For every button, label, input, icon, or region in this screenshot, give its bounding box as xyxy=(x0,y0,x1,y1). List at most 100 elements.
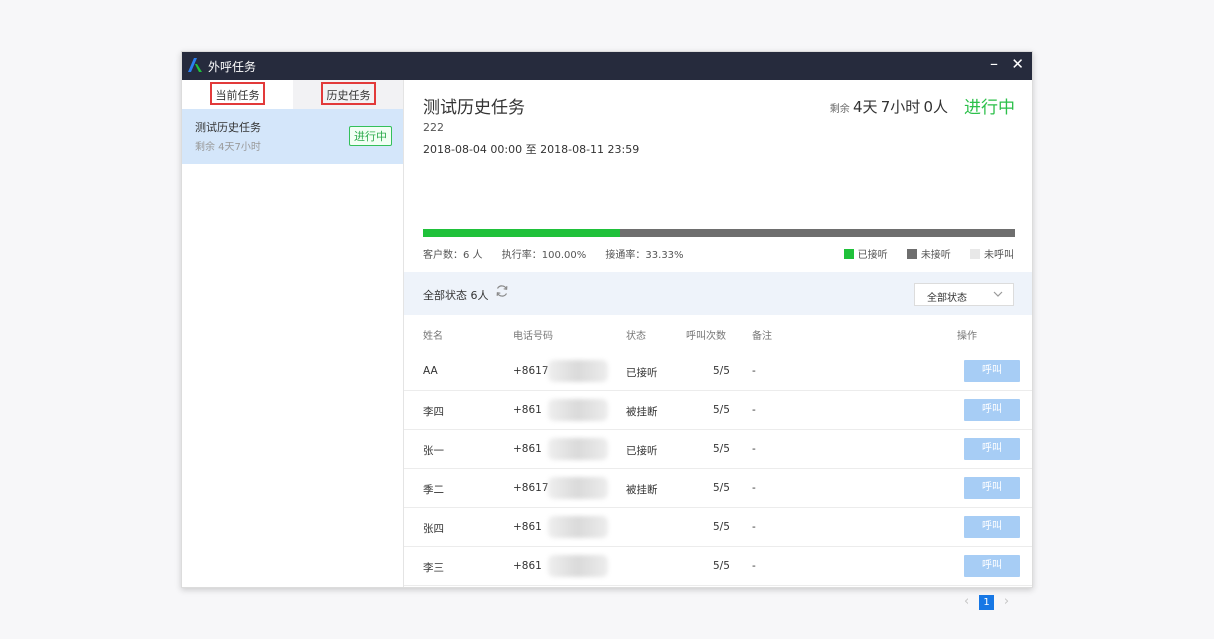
logo-icon xyxy=(188,58,202,72)
task-item-remaining: 剩余 4天7小时 xyxy=(195,142,261,153)
legend-label: 已接听 xyxy=(857,250,888,261)
progress-fill-answered xyxy=(423,229,621,237)
col-action: 操作 xyxy=(957,331,977,342)
phone-redaction xyxy=(548,477,608,499)
legend-unanswered: 未接听 xyxy=(906,246,951,261)
col-calls: 呼叫次数 xyxy=(686,331,726,342)
call-button[interactable]: 呼叫 xyxy=(964,516,1020,538)
col-status: 状态 xyxy=(626,331,646,342)
tab-history-tasks[interactable]: 历史任务 xyxy=(321,82,376,105)
cell-status: 被挂断 xyxy=(626,406,658,418)
cell-phone: +861 xyxy=(513,443,542,455)
legend-not-called: 未呼叫 xyxy=(970,246,1014,261)
task-detail: 测试历史任务 222 2018-08-04 00:00 至 2018-08-11… xyxy=(404,80,1032,610)
sidebar: 当前任务 历史任务 测试历史任务 剩余 4天7小时 进行中 xyxy=(182,80,404,587)
call-button[interactable]: 呼叫 xyxy=(964,360,1020,382)
cell-name: 张四 xyxy=(423,523,444,535)
col-phone: 电话号码 xyxy=(513,331,553,342)
task-tabs: 当前任务 历史任务 xyxy=(182,80,403,109)
cell-calls: 5/5 xyxy=(713,443,730,455)
title-bar: 外呼任务 – ✕ xyxy=(182,52,1032,80)
remaining-summary: 剩余 4天 7小时 0人 xyxy=(830,96,948,117)
phone-redaction xyxy=(548,399,608,421)
phone-redaction xyxy=(548,360,608,382)
remaining-hours: 7小时 xyxy=(880,98,921,116)
tab-current-tasks[interactable]: 当前任务 xyxy=(210,82,265,105)
phone-redaction xyxy=(548,555,608,577)
cell-phone: +861 xyxy=(513,404,542,416)
legend-label: 未呼叫 xyxy=(984,250,1014,261)
status-filter-value: 全部状态 xyxy=(927,293,967,304)
page-title: 测试历史任务 xyxy=(423,98,525,118)
table-row: 李三 +861 5/5 - 呼叫 xyxy=(404,547,1032,586)
cell-note: - xyxy=(752,443,756,455)
stat-execution-rate: 执行率：100.00% xyxy=(501,250,587,261)
table-header: 姓名 电话号码 状态 呼叫次数 备注 操作 xyxy=(404,315,1032,352)
table-row: 季二 +8617 被挂断 5/5 - 呼叫 xyxy=(404,469,1032,508)
legend-label: 未接听 xyxy=(920,250,951,261)
phone-redaction xyxy=(548,516,608,538)
pagination: ‹ 1 › xyxy=(964,594,1009,610)
task-stats: 客户数：6 人 执行率：100.00% 接通率：33.33% xyxy=(423,246,700,261)
call-button[interactable]: 呼叫 xyxy=(964,438,1020,460)
cell-note: - xyxy=(752,365,756,377)
legend-swatch-unanswered xyxy=(906,249,917,259)
legend-swatch-answered xyxy=(843,249,854,259)
cell-status: 被挂断 xyxy=(626,484,658,496)
remaining-days: 4天 xyxy=(852,98,878,116)
cell-calls: 5/5 xyxy=(713,404,730,416)
cell-name: 李三 xyxy=(423,562,444,574)
chevron-down-icon xyxy=(993,291,1003,297)
progress-bar xyxy=(423,229,1015,237)
call-button[interactable]: 呼叫 xyxy=(964,399,1020,421)
filter-bar: 全部状态 6人 全部状态 xyxy=(404,272,1032,315)
task-list-item[interactable]: 测试历史任务 剩余 4天7小时 进行中 xyxy=(182,109,403,164)
col-name: 姓名 xyxy=(423,331,443,342)
cell-status: 已接听 xyxy=(626,367,658,379)
stat-connect-rate: 接通率：33.33% xyxy=(605,250,684,261)
minimize-button[interactable]: – xyxy=(990,54,998,73)
close-button[interactable]: ✕ xyxy=(1011,55,1024,73)
cell-phone: +861 xyxy=(513,521,542,533)
cell-calls: 5/5 xyxy=(713,560,730,572)
progress-legend: 已接听 未接听 未呼叫 xyxy=(828,246,1014,261)
task-window: 外呼任务 – ✕ 当前任务 历史任务 测试历史任务 剩余 4天7小时 进行中 测… xyxy=(181,51,1033,610)
cell-calls: 5/5 xyxy=(713,365,730,377)
task-item-name: 测试历史任务 xyxy=(195,121,261,134)
table-row: 张一 +861 已接听 5/5 - 呼叫 xyxy=(404,430,1032,469)
col-note: 备注 xyxy=(752,331,772,342)
cell-phone: +8617 xyxy=(513,482,549,494)
status-badge: 进行中 xyxy=(349,126,392,146)
task-code: 222 xyxy=(423,121,444,134)
cell-note: - xyxy=(752,404,756,416)
remaining-people: 0人 xyxy=(923,98,948,116)
table-row: AA +8617 已接听 5/5 - 呼叫 xyxy=(404,352,1032,391)
call-button[interactable]: 呼叫 xyxy=(964,555,1020,577)
cell-name: 季二 xyxy=(423,484,444,496)
refresh-icon[interactable] xyxy=(495,284,509,298)
cell-name: AA xyxy=(423,365,438,377)
phone-redaction xyxy=(548,438,608,460)
page-1-button[interactable]: 1 xyxy=(979,595,995,610)
date-range: 2018-08-04 00:00 至 2018-08-11 23:59 xyxy=(423,143,640,156)
cell-name: 张一 xyxy=(423,445,444,457)
prev-page-button[interactable]: ‹ xyxy=(964,594,969,609)
legend-answered: 已接听 xyxy=(843,246,888,261)
cell-note: - xyxy=(752,521,756,533)
call-button[interactable]: 呼叫 xyxy=(964,477,1020,499)
stat-customers: 客户数：6 人 xyxy=(423,250,483,261)
cell-calls: 5/5 xyxy=(713,482,730,494)
cell-name: 李四 xyxy=(423,406,444,418)
remaining-label: 剩余 xyxy=(829,104,850,115)
filter-summary: 全部状态 6人 xyxy=(423,289,489,302)
table-row: 李四 +861 被挂断 5/5 - 呼叫 xyxy=(404,391,1032,430)
cell-note: - xyxy=(752,482,756,494)
cell-calls: 5/5 xyxy=(713,521,730,533)
next-page-button[interactable]: › xyxy=(1004,594,1009,609)
app-title: 外呼任务 xyxy=(208,60,257,74)
cell-note: - xyxy=(752,560,756,572)
status-filter-select[interactable]: 全部状态 xyxy=(914,283,1014,306)
table-row: 张四 +861 5/5 - 呼叫 xyxy=(404,508,1032,547)
cell-status: 已接听 xyxy=(626,445,658,457)
cell-phone: +8617 xyxy=(513,365,549,377)
